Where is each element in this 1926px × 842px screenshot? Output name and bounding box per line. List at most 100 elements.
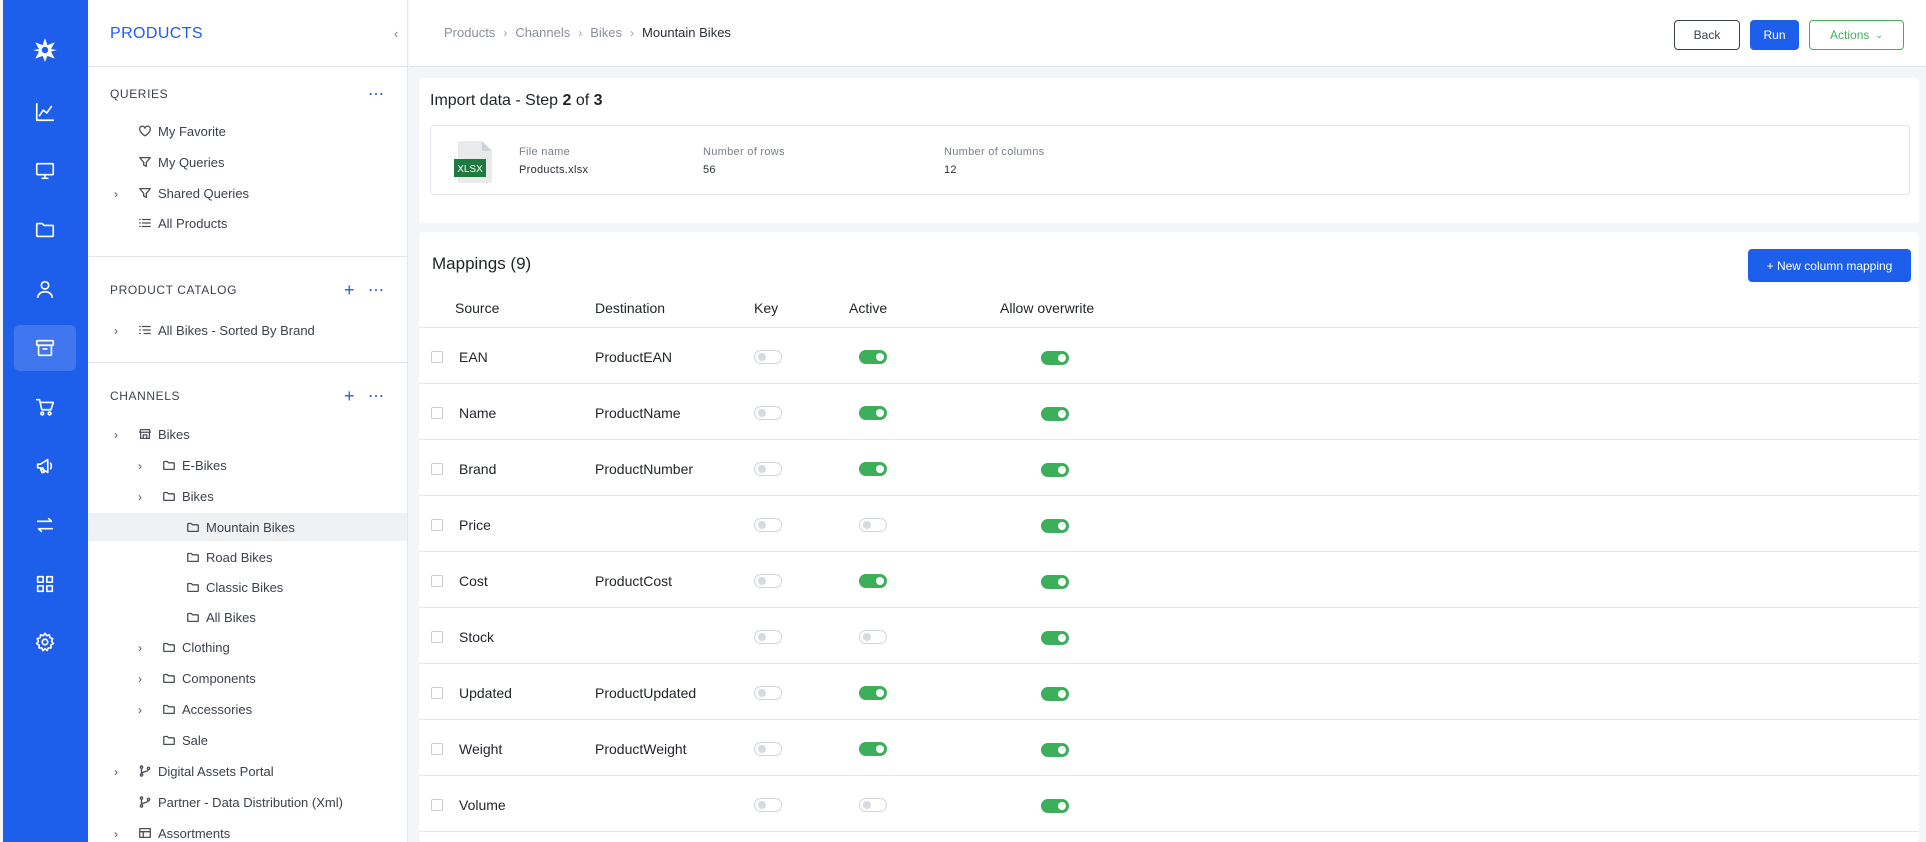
channel-classic-bikes[interactable]: Classic Bikes (88, 573, 407, 601)
active-toggle[interactable] (859, 350, 887, 364)
key-toggle[interactable] (754, 462, 782, 476)
table-row[interactable]: Updated ProductUpdated (419, 664, 1919, 720)
query-my-favorite[interactable]: My Favorite (88, 117, 407, 145)
table-row[interactable]: Cost ProductCost (419, 552, 1919, 608)
query-all-products[interactable]: All Products (88, 209, 407, 237)
row-checkbox[interactable] (431, 743, 443, 755)
allow-overwrite-toggle[interactable] (1041, 687, 1069, 701)
allow-overwrite-toggle[interactable] (1041, 743, 1069, 757)
table-row[interactable]: Volume (419, 776, 1919, 832)
active-toggle[interactable] (859, 406, 887, 420)
allow-overwrite-toggle[interactable] (1041, 463, 1069, 477)
table-row[interactable]: EAN ProductEAN (419, 328, 1919, 384)
active-toggle[interactable] (859, 462, 887, 476)
transfer-icon[interactable] (14, 502, 76, 548)
query-my-queries[interactable]: My Queries (88, 148, 407, 176)
allow-overwrite-toggle[interactable] (1041, 799, 1069, 813)
active-toggle[interactable] (859, 574, 887, 588)
logo-icon[interactable] (14, 27, 76, 73)
allow-overwrite-toggle[interactable] (1041, 519, 1069, 533)
chevron-right-icon[interactable]: › (138, 642, 148, 654)
breadcrumb-channels[interactable]: Channels (515, 25, 570, 40)
column-header-active[interactable]: Active (849, 300, 887, 316)
active-toggle[interactable] (859, 686, 887, 700)
query-shared-queries[interactable]: › Shared Queries (88, 179, 407, 207)
settings-icon[interactable] (14, 619, 76, 665)
run-button[interactable]: Run (1750, 20, 1799, 50)
back-button[interactable]: Back (1674, 20, 1740, 50)
channel-clothing[interactable]: › Clothing (88, 633, 407, 661)
breadcrumb-bikes[interactable]: Bikes (590, 25, 622, 40)
add-catalog-icon[interactable]: + (344, 281, 355, 299)
user-icon[interactable] (14, 266, 76, 312)
channel-components[interactable]: › Components (88, 664, 407, 692)
queries-more-icon[interactable]: ⋯ (368, 87, 384, 103)
column-header-destination[interactable]: Destination (595, 300, 665, 316)
active-toggle[interactable] (859, 742, 887, 756)
catalog-more-icon[interactable]: ⋯ (368, 283, 384, 299)
channel-sale[interactable]: Sale (88, 726, 407, 754)
channel-bikes-sub[interactable]: › Bikes (88, 482, 407, 510)
megaphone-icon[interactable] (14, 443, 76, 489)
channel-mountain-bikes[interactable]: Mountain Bikes (88, 513, 407, 541)
analytics-icon[interactable] (14, 89, 76, 135)
collapse-sidebar-icon[interactable]: ‹ (394, 26, 398, 41)
allow-overwrite-toggle[interactable] (1041, 351, 1069, 365)
table-row[interactable]: Stock (419, 608, 1919, 664)
key-toggle[interactable] (754, 518, 782, 532)
active-toggle[interactable] (859, 630, 887, 644)
column-header-allow-overwrite[interactable]: Allow overwrite (1000, 300, 1094, 316)
channel-all-bikes[interactable]: All Bikes (88, 603, 407, 631)
row-checkbox[interactable] (431, 799, 443, 811)
row-checkbox[interactable] (431, 407, 443, 419)
key-toggle[interactable] (754, 406, 782, 420)
channel-road-bikes[interactable]: Road Bikes (88, 543, 407, 571)
row-checkbox[interactable] (431, 575, 443, 587)
channels-more-icon[interactable]: ⋯ (368, 389, 384, 405)
key-toggle[interactable] (754, 686, 782, 700)
active-toggle[interactable] (859, 518, 887, 532)
add-channel-icon[interactable]: + (344, 387, 355, 405)
channel-bikes[interactable]: › Bikes (88, 420, 407, 448)
key-toggle[interactable] (754, 742, 782, 756)
key-toggle[interactable] (754, 798, 782, 812)
channel-assortments[interactable]: › Assortments (88, 819, 407, 842)
channel-partner-data-distribution[interactable]: Partner - Data Distribution (Xml) (88, 788, 407, 816)
chevron-right-icon[interactable]: › (114, 828, 124, 840)
archive-icon[interactable] (14, 325, 76, 371)
row-checkbox[interactable] (431, 351, 443, 363)
breadcrumb-products[interactable]: Products (444, 25, 495, 40)
active-toggle[interactable] (859, 798, 887, 812)
key-toggle[interactable] (754, 350, 782, 364)
key-toggle[interactable] (754, 574, 782, 588)
chevron-right-icon[interactable]: › (138, 704, 148, 716)
row-checkbox[interactable] (431, 463, 443, 475)
column-header-key[interactable]: Key (754, 300, 778, 316)
channel-e-bikes[interactable]: › E-Bikes (88, 451, 407, 479)
chevron-right-icon[interactable]: › (138, 673, 148, 685)
chevron-right-icon[interactable]: › (114, 188, 124, 200)
chevron-right-icon[interactable]: › (138, 460, 148, 472)
column-header-source[interactable]: Source (455, 300, 499, 316)
row-checkbox[interactable] (431, 631, 443, 643)
row-checkbox[interactable] (431, 519, 443, 531)
catalog-item[interactable]: › All Bikes - Sorted By Brand (88, 316, 407, 344)
new-column-mapping-button[interactable]: + New column mapping (1748, 249, 1911, 282)
channel-digital-assets-portal[interactable]: › Digital Assets Portal (88, 757, 407, 785)
allow-overwrite-toggle[interactable] (1041, 575, 1069, 589)
chevron-right-icon[interactable]: › (114, 766, 124, 778)
actions-dropdown[interactable]: Actions ⌄ (1809, 20, 1904, 50)
chevron-right-icon[interactable]: › (114, 429, 124, 441)
monitor-icon[interactable] (14, 148, 76, 194)
chevron-right-icon[interactable]: › (138, 491, 148, 503)
table-row[interactable]: Price (419, 496, 1919, 552)
table-row[interactable]: Brand ProductNumber (419, 440, 1919, 496)
allow-overwrite-toggle[interactable] (1041, 407, 1069, 421)
table-row[interactable]: Weight ProductWeight (419, 720, 1919, 776)
table-row[interactable]: Name ProductName (419, 384, 1919, 440)
cart-icon[interactable] (14, 384, 76, 430)
grid-icon[interactable] (14, 561, 76, 607)
allow-overwrite-toggle[interactable] (1041, 631, 1069, 645)
chevron-right-icon[interactable]: › (114, 325, 124, 337)
row-checkbox[interactable] (431, 687, 443, 699)
